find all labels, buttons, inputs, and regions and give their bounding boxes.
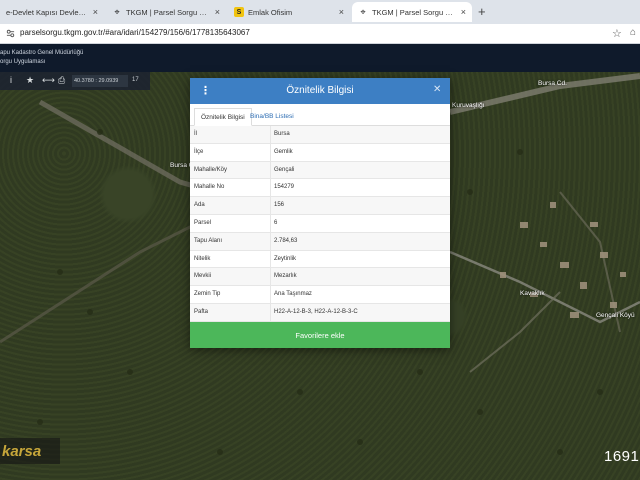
row-value: 156 xyxy=(274,202,285,209)
close-icon[interactable]: × xyxy=(339,7,344,17)
close-icon[interactable]: ✕ xyxy=(433,84,441,95)
close-icon[interactable]: × xyxy=(461,7,466,17)
road-label: Bursa Cd. xyxy=(538,80,567,87)
table-row: Parsel 6 xyxy=(190,214,450,233)
row-value: Gemlik xyxy=(274,148,293,155)
row-key: İl xyxy=(194,131,197,137)
measure-icon[interactable]: ⟷ xyxy=(42,75,55,86)
browser-tabbar: e-Devlet Kapısı Devletin Kısa × ⌖ TKGM |… xyxy=(0,0,640,24)
row-key: Zemin Tip xyxy=(194,291,221,298)
attribute-dialog: ⋮ Öznitelik Bilgisi ✕ Öznitelik Bilgisi … xyxy=(190,78,450,348)
counter-text: 1691 xyxy=(604,448,640,465)
row-value: 6 xyxy=(274,219,278,226)
close-icon[interactable]: × xyxy=(215,7,220,17)
row-key: Pafta xyxy=(194,308,209,315)
tab-title: TKGM | Parsel Sorgu Uygulan xyxy=(372,7,455,17)
row-value: 2.784,63 xyxy=(274,237,298,244)
row-value: Mezarlık xyxy=(274,273,297,280)
street-label: Kavaklık xyxy=(520,290,545,297)
browser-tab-3[interactable]: S Emlak Ofisim × xyxy=(228,2,350,22)
table-row: Zemin Tip Ana Taşınmaz xyxy=(190,286,450,304)
table-row: İl Bursa xyxy=(190,126,450,144)
browser-tab-1[interactable]: e-Devlet Kapısı Devletin Kısa × xyxy=(0,2,104,22)
row-key: Parsel xyxy=(194,219,212,226)
table-row: Ada 156 xyxy=(190,197,450,215)
row-key: Mahalle/Köy xyxy=(194,166,228,173)
site-app-name: orgu Uygulaması xyxy=(0,59,46,65)
map-toolbar: i ★ ⟷ ⎙ 40.3780 : 29.0939 17 xyxy=(0,72,150,90)
map-pin-icon: ⌖ xyxy=(360,6,366,17)
row-value: Bursa xyxy=(274,131,290,137)
attribute-table: İl Bursa İlçe Gemlik Mahalle/Köy Gençali Ma… xyxy=(190,126,450,322)
watermark-logo: karsa xyxy=(0,438,60,464)
zoom-level: 17 xyxy=(132,77,139,83)
tab-title: e-Devlet Kapısı Devletin Kısa xyxy=(6,7,87,17)
row-value: Gençali xyxy=(274,166,295,173)
map-pin-icon: ⌖ xyxy=(114,6,120,17)
close-icon[interactable]: × xyxy=(93,7,98,17)
site-org-name: apu Kadastro Genel Müdürlüğü xyxy=(0,50,84,56)
table-row: Pafta H22-A-12-B-3, H22-A-12-B-3-C xyxy=(190,303,450,322)
table-row: Mahalle/Köy Gençali xyxy=(190,161,450,180)
site-header: apu Kadastro Genel Müdürlüğü orgu Uygula… xyxy=(0,44,640,72)
browser-tab-2[interactable]: ⌖ TKGM | Parsel Sorgu Uygulan × xyxy=(106,2,226,22)
dialog-header: ⋮ Öznitelik Bilgisi ✕ xyxy=(190,78,450,104)
tab-title: Emlak Ofisim xyxy=(248,7,293,17)
row-key: Ada xyxy=(194,202,205,209)
coordinate-readout: 40.3780 : 29.0939 xyxy=(72,75,128,87)
row-key: Tapu Alanı xyxy=(194,237,223,244)
row-value: Zeytinlik xyxy=(274,255,297,262)
browser-tab-4[interactable]: ⌖ TKGM | Parsel Sorgu Uygulan × xyxy=(352,2,472,22)
tab-building-list[interactable]: Bina/BB Listesi xyxy=(244,108,300,126)
table-row: Tapu Alanı 2.784,63 xyxy=(190,232,450,251)
dialog-tabs: Öznitelik Bilgisi Bina/BB Listesi xyxy=(190,104,450,126)
address-bar[interactable]: parselsorgu.tkgm.gov.tr/#ara/idari/15427… xyxy=(0,24,640,44)
brand-text: karsa xyxy=(2,443,42,460)
dialog-title: Öznitelik Bilgisi xyxy=(286,85,354,96)
info-icon[interactable]: i xyxy=(10,75,12,85)
url-text[interactable]: parselsorgu.tkgm.gov.tr/#ara/idari/15427… xyxy=(20,28,250,37)
table-row: İlçe Gemlik xyxy=(190,143,450,162)
row-key: Mevkii xyxy=(194,273,212,280)
tab-title: TKGM | Parsel Sorgu Uygulan xyxy=(126,7,209,17)
row-value: 154279 xyxy=(274,184,295,191)
village-label: Gençali Köyü xyxy=(596,312,635,319)
extensions-icon[interactable]: ⌂ xyxy=(630,27,636,38)
row-key: Mahalle No xyxy=(194,184,225,191)
favorite-star-icon[interactable]: ★ xyxy=(26,75,34,86)
row-key: İlçe xyxy=(194,148,204,155)
row-value: Ana Taşınmaz xyxy=(274,291,312,298)
table-row: Nitelik Zeytinlik xyxy=(190,250,450,269)
new-tab-button[interactable]: + xyxy=(478,4,486,19)
print-icon[interactable]: ⎙ xyxy=(58,75,65,86)
row-value: H22-A-12-B-3, H22-A-12-B-3-C xyxy=(274,308,358,315)
row-key: Nitelik xyxy=(194,255,211,262)
bookmark-star-icon[interactable]: ☆ xyxy=(612,27,622,40)
add-to-favorites-button[interactable]: Favorilere ekle xyxy=(190,322,450,348)
street-label: Kuruvaşlığı xyxy=(452,102,485,109)
table-row: Mevkii Mezarlık xyxy=(190,268,450,287)
s-logo-icon: S xyxy=(234,7,244,17)
site-info-icon[interactable] xyxy=(6,29,15,38)
table-row: Mahalle No 154279 xyxy=(190,179,450,198)
